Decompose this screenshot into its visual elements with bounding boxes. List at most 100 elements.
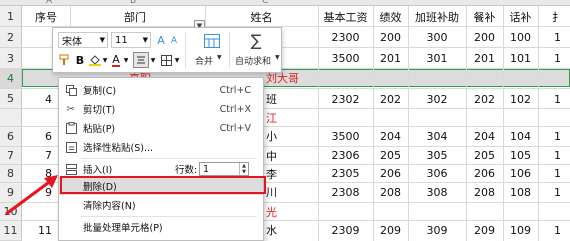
cell-name[interactable]: 李 [266,165,306,182]
cell-salary[interactable]: 2300 [318,28,373,46]
cell-perf[interactable]: 209 [373,221,408,239]
cell-name[interactable]: 水 [266,221,306,239]
cell-extra[interactable]: 1 [554,147,566,164]
cell-ot[interactable]: 305 [408,147,466,164]
cell-perf[interactable]: 202 [373,90,408,108]
menu-item-paste[interactable]: 粘贴(P) Ctrl+V [59,119,263,137]
font-color-icon[interactable]: A [110,52,122,68]
increase-font-icon[interactable]: A [155,33,167,47]
cell-perf[interactable]: 205 [373,147,408,164]
menu-item-copy[interactable]: 复制(C) Ctrl+C [59,81,263,99]
column-letter-c[interactable]: C [262,0,268,6]
pointer-arrow-icon [5,175,58,216]
header-name: 姓名 [250,11,273,24]
chevron-down-icon[interactable]: ▼ [174,52,180,68]
header-meal: 餐补 [473,11,496,24]
cell-extra[interactable]: 1 [554,221,566,239]
chevron-down-icon[interactable]: ▼ [123,52,129,68]
menu-item-clear-contents[interactable]: 清除内容(N) [59,196,263,214]
header-perf: 绩效 [379,11,402,24]
cell-phone[interactable]: 106 [503,165,538,182]
cell-extra[interactable]: 1 [554,165,566,182]
cell-phone[interactable]: 105 [503,147,538,164]
merge-cells-icon[interactable] [203,32,221,50]
autosum-label[interactable]: 自动求和 [235,54,271,67]
cell-perf[interactable]: 208 [373,183,408,201]
cell-meal[interactable]: 205 [466,147,503,164]
cell-ot[interactable]: 304 [408,127,466,145]
cell-extra[interactable]: 1 [554,127,566,145]
cell-phone[interactable]: 101 [503,49,538,67]
menu-item-label: 粘贴(P) [83,124,116,135]
cell-extra[interactable]: 1 [554,90,566,108]
cell-extra[interactable]: 1 [554,28,566,46]
cell-meal[interactable]: 204 [466,127,503,145]
cell-phone[interactable]: 104 [503,127,538,145]
menu-item-label: 清除内容(N) [83,201,136,212]
column-letter-b[interactable]: B [130,0,136,6]
sum-icon[interactable]: ∑ [248,30,264,50]
menu-item-paste-special[interactable]: 选择性粘贴(S)... [59,138,263,156]
cell-phone[interactable]: 109 [503,221,538,239]
spinner-arrows-icon[interactable]: ▲ ▼ [239,163,248,175]
cell-phone[interactable]: 108 [503,183,538,201]
menu-item-cut[interactable]: ✂ 剪切(T) Ctrl+X [59,100,263,118]
chevron-down-icon[interactable]: ▼ [275,54,280,61]
cell-name[interactable]: 班 [266,90,306,108]
cell-salary[interactable]: 2305 [318,165,373,182]
cell-name[interactable]: 川 [266,183,306,201]
cell-salary[interactable]: 3500 [318,49,373,67]
cell-ot[interactable]: 302 [408,90,466,108]
menu-item-label: 选择性粘贴(S)... [83,143,154,154]
cell-salary[interactable]: 3500 [318,127,373,145]
cell-perf[interactable]: 200 [373,28,408,46]
cell-meal[interactable]: 200 [466,28,503,46]
cell-salary[interactable]: 2302 [318,90,373,108]
cell-ot[interactable]: 308 [408,183,466,201]
decrease-font-icon[interactable]: A [169,35,179,47]
chevron-down-icon[interactable]: ▼ [102,52,108,68]
cell-meal[interactable]: 201 [466,49,503,67]
cell-meal[interactable]: 202 [466,90,503,108]
cell-ot[interactable]: 300 [408,28,466,46]
cell-perf[interactable]: 201 [373,49,408,67]
chevron-down-icon: ▼ [142,36,148,44]
header-extra: 扌 [552,11,563,24]
fill-color-icon[interactable] [88,52,102,68]
menu-item-shortcut: Ctrl+V [219,122,251,134]
chevron-down-icon: ▼ [99,36,105,44]
cell-ot[interactable]: 306 [408,165,466,182]
header-phone: 话补 [509,11,532,24]
cell-salary[interactable]: 2306 [318,147,373,164]
borders-icon[interactable] [159,52,173,68]
menu-item-shortcut: Ctrl+X [219,103,251,115]
cell-meal[interactable]: 208 [466,183,503,201]
cell-name[interactable]: 中 [266,147,306,164]
chevron-down-icon[interactable]: ▼ [217,54,222,61]
cell-meal[interactable]: 206 [466,165,503,182]
cell-salary[interactable]: 2308 [318,183,373,201]
merge-label[interactable]: 合并 [195,54,213,67]
header-ot: 加班补助 [415,11,459,24]
font-size-select[interactable]: 11 ▼ [111,32,151,48]
menu-item-batch-process[interactable]: 批量处理单元格(P) [59,218,263,236]
cell-perf[interactable]: 204 [373,127,408,145]
chevron-down-icon[interactable]: ▼ [150,52,156,68]
menu-item-shortcut: Ctrl+C [219,84,252,96]
rows-count-input[interactable]: 1 ▲ ▼ [199,162,249,176]
menu-item-label: 剪切(T) [83,105,116,116]
cell-ot[interactable]: 301 [408,49,466,67]
cell-extra[interactable]: 1 [554,183,566,201]
cell-name[interactable]: 光 [266,203,306,220]
cell-salary[interactable]: 2309 [318,221,373,239]
cell-perf[interactable]: 206 [373,165,408,182]
cell-name[interactable]: 江 [266,109,306,126]
cell-extra[interactable]: 1 [554,49,566,67]
cell-phone[interactable]: 102 [503,90,538,108]
cell-meal[interactable]: 209 [466,221,503,239]
align-center-icon[interactable] [133,52,149,68]
header-dept: 部门 [124,11,146,24]
cell-name[interactable]: 小 [266,127,306,145]
cell-phone[interactable]: 100 [503,28,538,46]
cell-ot[interactable]: 309 [408,221,466,239]
